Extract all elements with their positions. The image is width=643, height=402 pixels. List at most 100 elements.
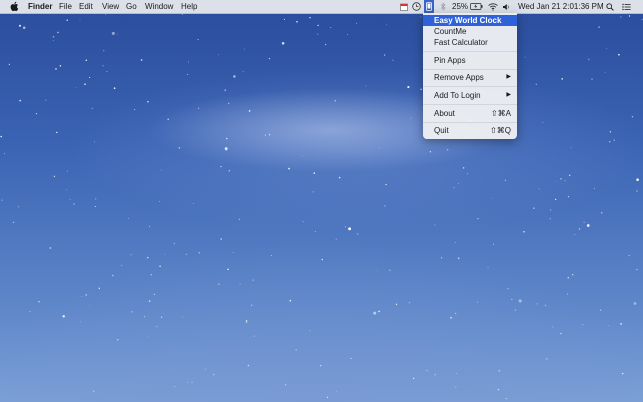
menu-item-easy-world-clock[interactable]: Easy World Clock [423,15,517,26]
star [187,61,189,63]
star [620,16,622,18]
menu-window[interactable]: Window [145,0,173,13]
star [156,325,158,327]
menu-clock[interactable]: Wed Jan 21 2:01:36 PM [518,0,604,13]
menu-help[interactable]: Help [181,0,197,13]
star [574,234,576,235]
submenu-arrow-icon: ▶ [506,74,511,80]
volume-icon[interactable] [501,0,510,13]
wifi-icon[interactable] [487,0,498,13]
menu-item-add-to-login[interactable]: Add To Login ▶ [423,90,517,101]
star [560,332,562,335]
menu-edit[interactable]: Edit [79,0,93,13]
star [59,65,62,67]
notification-list-icon[interactable] [621,0,632,13]
menu-item-label: Add To Login [434,91,481,100]
menu-item-about[interactable]: About ⇧⌘A [423,108,517,119]
star [174,386,176,388]
menu-file[interactable]: File [59,0,72,13]
star [288,167,290,170]
battery-percent[interactable]: 25% [452,0,468,13]
star [117,339,119,341]
star [35,112,38,115]
star [1,199,3,201]
star [29,311,31,312]
menu-item-pin-apps[interactable]: Pin Apps [423,55,517,66]
battery-icon[interactable] [469,0,483,13]
star [604,72,606,73]
spotlight-icon[interactable] [605,0,615,13]
star [228,169,231,172]
star [524,56,526,58]
clock-icon[interactable] [411,0,421,13]
star [570,147,572,149]
star [636,178,639,182]
star [102,65,104,67]
star [140,59,143,61]
star [598,26,600,28]
star [164,254,166,255]
star [296,20,298,23]
star [383,54,386,56]
star [420,88,422,91]
star [591,78,593,80]
star [105,14,107,15]
star [197,39,199,41]
star [89,305,91,307]
star [554,198,557,201]
star [571,273,574,276]
star [85,294,88,296]
star [224,147,228,151]
bluetooth-icon[interactable] [439,0,447,13]
star [79,19,81,21]
star [365,85,367,87]
app-selected-icon[interactable] [424,0,434,13]
star [636,268,638,271]
menu-item-fast-calculator[interactable]: Fast Calculator [423,37,517,48]
star [609,141,611,143]
star [600,211,603,214]
star [493,243,494,245]
star [233,75,236,78]
star [205,368,207,370]
star [131,311,133,313]
star [113,87,116,90]
star [518,299,522,303]
menu-item-countme[interactable]: CountMe [423,26,517,37]
star [344,226,346,228]
star [379,147,380,149]
menu-item-quit[interactable]: Quit ⇧⌘Q [423,125,517,136]
menu-separator [423,104,517,105]
star [446,149,449,151]
star [19,99,22,102]
star [283,18,285,20]
menu-view[interactable]: View [102,0,119,13]
menu-app-name[interactable]: Finder [28,0,52,13]
menu-bar: Finder File Edit View Go Window Help 25%… [0,0,643,14]
apple-icon[interactable] [9,1,19,12]
menu-go[interactable]: Go [126,0,137,13]
star [348,227,352,231]
star [309,16,311,19]
star [62,315,65,318]
star [609,131,612,133]
calendar-icon[interactable] [399,0,409,13]
star [429,151,432,153]
star [159,265,161,268]
star [336,390,337,392]
star [346,33,348,35]
star [45,99,47,101]
star [220,166,222,168]
star [613,139,615,141]
menu-item-remove-apps[interactable]: Remove Apps ▶ [423,72,517,83]
star [73,203,75,205]
star [385,183,387,186]
star [309,330,311,332]
star [167,118,169,121]
star [395,303,398,305]
menu-separator [423,122,517,123]
star [324,43,327,46]
star [117,33,118,35]
star [350,357,352,359]
menu-item-label: Quit [434,126,449,135]
